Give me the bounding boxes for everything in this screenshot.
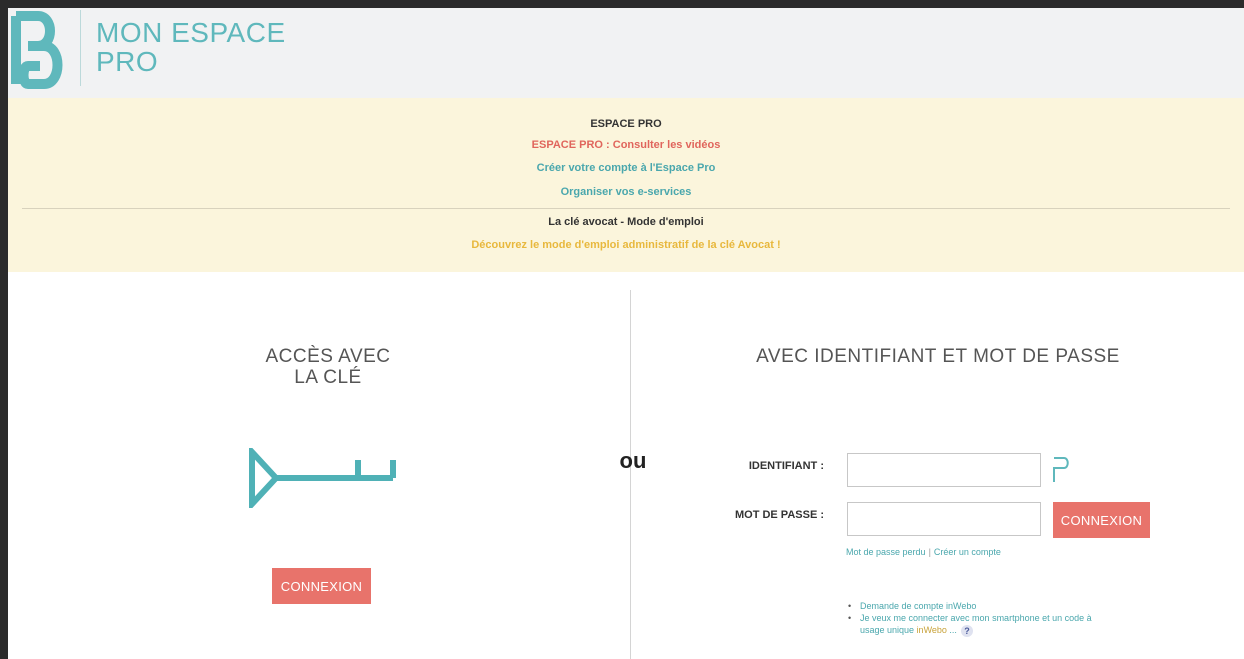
password-input[interactable] <box>847 502 1041 536</box>
header: MON ESPACE PRO <box>8 8 1244 98</box>
key-access-title-line-2: LA CLÉ <box>294 367 362 388</box>
usb-key-icon <box>249 448 396 508</box>
inwebo-smartphone-text: Je veux me connecter avec mon smartphone… <box>860 613 1092 635</box>
logo-b-icon[interactable] <box>10 10 72 90</box>
brand-title: MON ESPACE PRO <box>96 18 286 76</box>
identifiant-label: IDENTIFIANT : <box>748 460 824 472</box>
info-question-icon[interactable]: ? <box>960 624 973 637</box>
info-banner: ESPACE PRO ESPACE PRO : Consulter les vi… <box>8 98 1244 272</box>
page: MON ESPACE PRO ESPACE PRO ESPACE PRO : C… <box>8 8 1244 659</box>
brand-line-2: PRO <box>96 46 159 77</box>
key-access-title: ACCÈS AVEC LA CLÉ <box>218 346 438 388</box>
account-links: Mot de passe perdu | Créer un compte <box>846 547 1001 557</box>
password-label: MOT DE PASSE : <box>734 509 824 521</box>
eservices-link[interactable]: Organiser vos e-services <box>8 186 1244 198</box>
create-account-banner-link[interactable]: Créer votre compte à l'Espace Pro <box>8 162 1244 174</box>
brand-line-1: MON ESPACE <box>96 17 286 48</box>
key-connexion-button[interactable]: CONNEXION <box>272 568 371 604</box>
inwebo-links: Demande de compte inWebo Je veux me conn… <box>848 600 1108 637</box>
login-connexion-button[interactable]: CONNEXION <box>1053 502 1150 538</box>
banner-divider <box>22 208 1230 209</box>
identifiant-input[interactable] <box>847 453 1041 487</box>
column-divider <box>630 290 631 659</box>
credentials-title: AVEC IDENTIFIANT ET MOT DE PASSE <box>756 346 1120 367</box>
key-guide-title: La clé avocat - Mode d'emploi <box>548 216 704 228</box>
key-access-title-line-1: ACCÈS AVEC <box>265 346 391 367</box>
link-separator: | <box>928 547 931 557</box>
inwebo-brand-text: inWebo <box>916 625 947 635</box>
inwebo-account-link[interactable]: Demande de compte inWebo <box>848 600 1108 612</box>
or-separator: ou <box>619 448 647 473</box>
create-account-link[interactable]: Créer un compte <box>934 547 1001 557</box>
lost-password-link[interactable]: Mot de passe perdu <box>846 547 926 557</box>
help-question-icon[interactable] <box>1051 454 1071 484</box>
banner-title: ESPACE PRO <box>590 118 662 130</box>
videos-link[interactable]: ESPACE PRO : Consulter les vidéos <box>8 139 1244 151</box>
key-guide-link[interactable]: Découvrez le mode d'emploi administratif… <box>8 239 1244 251</box>
logo-separator <box>80 10 81 86</box>
inwebo-ellipsis: ... <box>946 625 957 635</box>
inwebo-smartphone-item[interactable]: Je veux me connecter avec mon smartphone… <box>848 612 1108 637</box>
